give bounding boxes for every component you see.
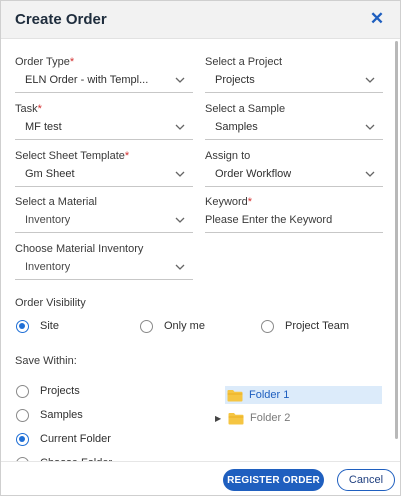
order-type-value: ELN Order - with Templ... xyxy=(25,74,149,86)
assign-to-label: Assign to xyxy=(205,150,251,162)
radio-label: Only me xyxy=(164,320,205,332)
radio-label: Project Team xyxy=(285,320,349,332)
chevron-down-icon xyxy=(365,124,375,130)
sample-select[interactable]: Samples xyxy=(205,116,383,140)
sheet-template-select[interactable]: Gm Sheet xyxy=(15,163,193,187)
keyword-input[interactable] xyxy=(205,209,383,226)
scrollbar[interactable] xyxy=(395,41,398,439)
tree-item-folder-2[interactable]: ▶ Folder 2 xyxy=(215,409,382,427)
dialog-header: Create Order ✕ xyxy=(1,1,400,39)
visibility-radio-project-team[interactable]: Project Team xyxy=(261,318,349,334)
sample-value: Samples xyxy=(215,121,258,133)
tree-item-label: Folder 1 xyxy=(249,389,290,401)
chevron-down-icon xyxy=(175,217,185,223)
tree-item-folder-1[interactable]: Folder 1 xyxy=(225,386,382,404)
radio-unselected-icon xyxy=(16,384,29,398)
radio-unselected-icon xyxy=(140,319,153,333)
chevron-down-icon xyxy=(175,264,185,270)
radio-selected-icon xyxy=(16,432,29,446)
caret-right-icon[interactable]: ▶ xyxy=(215,414,223,423)
material-inventory-label: Choose Material Inventory xyxy=(15,243,144,255)
sheet-template-label: Select Sheet Template* xyxy=(15,150,130,162)
dialog-title: Create Order xyxy=(15,11,107,28)
chevron-down-icon xyxy=(175,171,185,177)
radio-unselected-icon xyxy=(261,319,274,333)
project-value: Projects xyxy=(215,74,255,86)
order-type-label: Order Type* xyxy=(15,56,75,68)
material-select[interactable]: Inventory xyxy=(15,209,193,233)
cancel-button[interactable]: Cancel xyxy=(337,469,395,491)
chevron-down-icon xyxy=(175,124,185,130)
assign-to-value: Order Workflow xyxy=(215,168,292,180)
visibility-radio-only-me[interactable]: Only me xyxy=(140,318,205,334)
save-within-label: Save Within: xyxy=(15,355,77,367)
sheet-template-value: Gm Sheet xyxy=(25,168,75,180)
material-value: Inventory xyxy=(25,214,71,226)
project-select[interactable]: Projects xyxy=(205,69,383,93)
material-inventory-select[interactable]: Inventory xyxy=(15,256,193,280)
close-icon[interactable]: ✕ xyxy=(368,9,386,29)
chevron-down-icon xyxy=(175,77,185,83)
radio-label: Site xyxy=(40,320,59,332)
folder-icon xyxy=(227,389,243,401)
register-order-button[interactable]: REGISTER ORDER xyxy=(223,469,324,491)
assign-to-select[interactable]: Order Workflow xyxy=(205,163,383,187)
task-value: MF test xyxy=(25,121,62,133)
project-label: Select a Project xyxy=(205,56,283,68)
tree-item-label: Folder 2 xyxy=(250,412,291,424)
save-radio-projects[interactable]: Projects xyxy=(16,383,80,399)
order-visibility-label: Order Visibility xyxy=(15,297,86,309)
material-label: Select a Material xyxy=(15,196,97,208)
sample-label: Select a Sample xyxy=(205,103,286,115)
create-order-dialog: Create Order ✕ Order Type* ELN Order - w… xyxy=(0,0,401,496)
dialog-footer: REGISTER ORDER Cancel xyxy=(1,461,400,495)
visibility-radio-site[interactable]: Site xyxy=(16,318,59,334)
radio-label: Projects xyxy=(40,385,80,397)
chevron-down-icon xyxy=(365,171,375,177)
folder-icon xyxy=(228,412,244,424)
radio-label: Samples xyxy=(40,409,83,421)
radio-selected-icon xyxy=(16,319,29,333)
keyword-field-wrap xyxy=(205,209,383,233)
keyword-label: Keyword* xyxy=(205,196,253,208)
save-radio-current-folder[interactable]: Current Folder xyxy=(16,431,111,447)
order-type-select[interactable]: ELN Order - with Templ... xyxy=(15,69,193,93)
radio-label: Current Folder xyxy=(40,433,111,445)
chevron-down-icon xyxy=(365,77,375,83)
radio-unselected-icon xyxy=(16,408,29,422)
save-radio-samples[interactable]: Samples xyxy=(16,407,83,423)
task-select[interactable]: MF test xyxy=(15,116,193,140)
task-label: Task* xyxy=(15,103,42,115)
material-inventory-value: Inventory xyxy=(25,261,71,273)
